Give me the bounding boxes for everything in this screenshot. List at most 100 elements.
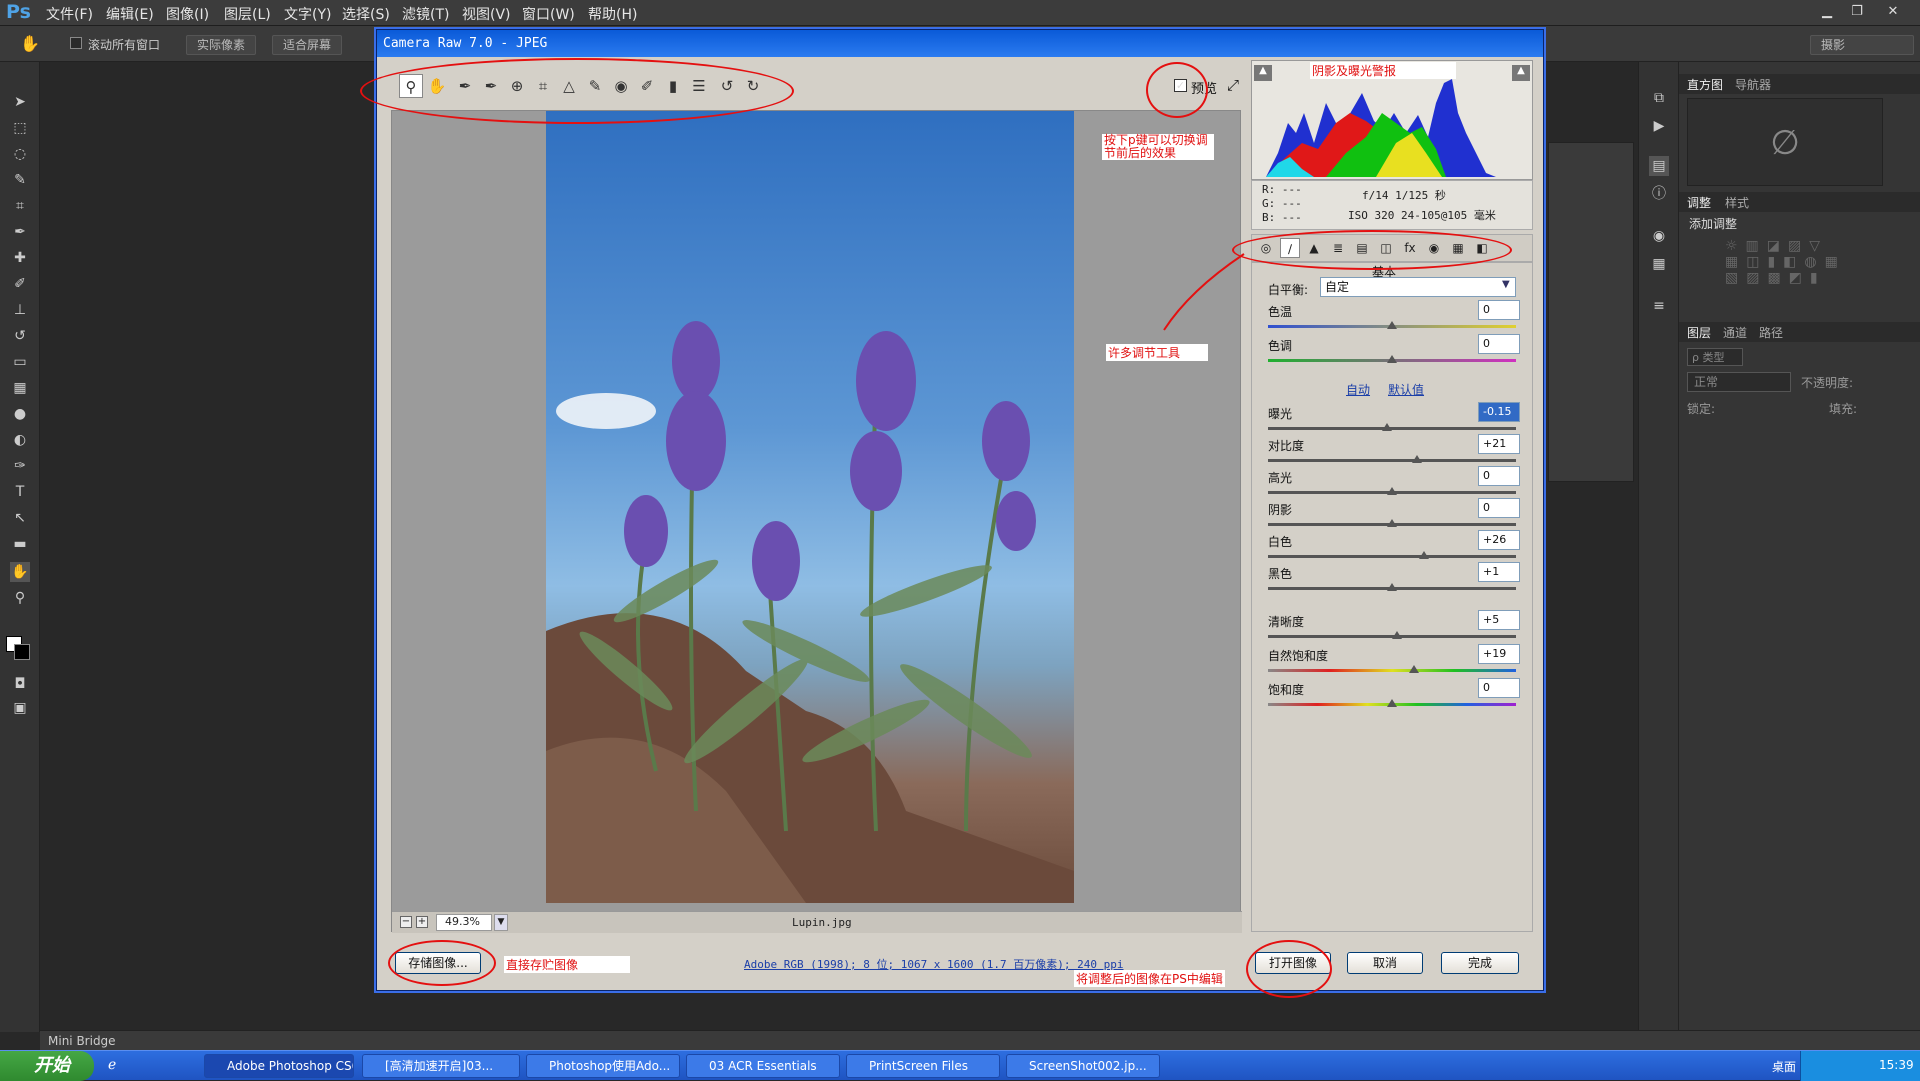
shape-tool-icon[interactable]: ▬ [10,534,30,554]
healing-brush-icon[interactable]: ✚ [10,248,30,268]
white-balance-select[interactable]: 自定 [1320,277,1516,297]
slider-value-field[interactable]: +21 [1478,434,1520,454]
slider-thumb[interactable] [1411,455,1422,463]
task-acr-essentials[interactable]: 03 ACR Essentials [686,1054,840,1078]
quick-select-icon[interactable]: ✎ [10,170,30,190]
image-preview[interactable]: − + 49.3% ▼ Lupin.jpg [391,110,1242,933]
type-tool-icon[interactable]: T [10,482,30,502]
slider-thumb[interactable] [1387,321,1397,329]
fit-screen-button[interactable]: 适合屏幕 [272,35,343,55]
history-brush-icon[interactable]: ↺ [10,326,30,346]
blend-mode-select[interactable]: 正常 [1687,372,1791,392]
menu-type[interactable]: 文字(Y) [284,4,331,24]
slider-value-field[interactable]: 0 [1478,466,1520,486]
path-select-icon[interactable]: ↖ [10,508,30,528]
hand-tool-icon[interactable]: ✋ [10,562,30,582]
default-link[interactable]: 默认值 [1388,381,1424,398]
slider-value-field[interactable]: +19 [1478,644,1520,664]
zoom-level-field[interactable]: 49.3% [436,914,492,931]
eraser-icon[interactable]: ▭ [10,352,30,372]
slider-thumb[interactable] [1391,631,1402,639]
swatches-panel-icon[interactable]: ▦ [1649,254,1669,274]
zoom-in-icon[interactable]: + [416,916,428,928]
tab-navigator[interactable]: 导航器 [1735,76,1771,93]
workflow-options-link[interactable]: Adobe RGB (1998); 8 位; 1067 x 1600 (1.7 … [744,956,1124,972]
menu-file[interactable]: 文件(F) [46,4,93,24]
wb-dropdown-icon[interactable]: ▼ [1502,279,1510,290]
desktop-toolbar[interactable]: 桌面 [1772,1058,1796,1075]
menu-select[interactable]: 选择(S) [342,4,390,24]
history-panel-icon[interactable]: ⧉ [1649,88,1669,108]
menu-window[interactable]: 窗口(W) [522,4,575,24]
layer-kind-filter[interactable]: ρ 类型 [1687,348,1743,366]
zoom-out-icon[interactable]: − [400,916,412,928]
fullscreen-icon[interactable]: ⤢ [1227,76,1239,94]
color-panel-icon[interactable]: ◉ [1649,226,1669,246]
slider-thumb[interactable] [1387,699,1397,707]
menu-image[interactable]: 图像(I) [166,4,209,24]
restore-icon[interactable]: ❐ [1846,3,1868,21]
task-ie[interactable]: Photoshop使用Ado... [526,1054,680,1078]
slider-thumb[interactable] [1387,487,1397,495]
slider-thumb[interactable] [1387,583,1397,591]
info-panel-icon[interactable]: ⓘ [1649,184,1669,204]
slider-thumb[interactable] [1382,423,1393,431]
slider-thumb[interactable] [1409,665,1420,673]
eyedropper-icon[interactable]: ✒ [10,222,30,242]
adjust-icons[interactable]: ☼▥◪▨▽ ▦◫▮◧◍▦ ▧▨▩◩▮ [1725,238,1875,308]
slider-track[interactable] [1268,555,1516,558]
quick-mask-icon[interactable]: ◘ [10,674,30,694]
done-button[interactable]: 完成 [1441,952,1519,974]
scroll-all-checkbox[interactable] [70,37,82,49]
hand-tool-icon[interactable]: ✋ [20,34,40,53]
slider-value-field[interactable]: +26 [1478,530,1520,550]
histogram-panel-icon[interactable]: ▤ [1649,156,1669,176]
tab-histogram[interactable]: 直方图 [1687,76,1723,93]
slider-track[interactable] [1268,669,1516,672]
properties-panel-icon[interactable]: ≡ [1649,296,1669,316]
slider-thumb[interactable] [1419,551,1430,559]
slider-value-field[interactable]: 0 [1478,300,1520,320]
slider-thumb[interactable] [1387,355,1397,363]
tab-channels[interactable]: 通道 [1723,324,1747,341]
background-color[interactable] [14,644,30,660]
slider-value-field[interactable]: 0 [1478,498,1520,518]
tab-paths[interactable]: 路径 [1759,324,1783,341]
slider-value-field[interactable]: -0.15 [1478,402,1520,422]
cancel-button[interactable]: 取消 [1347,952,1423,974]
workspace-select[interactable]: 摄影 [1810,35,1914,55]
task-photoshop[interactable]: Adobe Photoshop CS6 [204,1054,354,1078]
slider-value-field[interactable]: +1 [1478,562,1520,582]
screen-mode-icon[interactable]: ▣ [10,698,30,718]
menu-layer[interactable]: 图层(L) [224,4,271,24]
crop-tool-icon[interactable]: ⌗ [10,196,30,216]
menu-filter[interactable]: 滤镜(T) [402,4,449,24]
menu-view[interactable]: 视图(V) [462,4,511,24]
zoom-dropdown-icon[interactable]: ▼ [494,914,508,931]
marquee-tool-icon[interactable]: ⬚ [10,118,30,138]
blur-icon[interactable]: ● [10,404,30,424]
start-button[interactable]: 开始 [0,1051,94,1081]
dodge-icon[interactable]: ◐ [10,430,30,450]
close-icon[interactable]: ✕ [1882,3,1904,21]
gradient-icon[interactable]: ▦ [10,378,30,398]
lasso-tool-icon[interactable]: ◌ [10,144,30,164]
menu-help[interactable]: 帮助(H) [588,4,637,24]
task-printscreen[interactable]: PrintScreen Files [846,1054,1000,1078]
slider-track[interactable] [1268,459,1516,462]
move-tool-icon[interactable]: ➤ [10,92,30,112]
tab-adjust[interactable]: 调整 [1687,194,1711,211]
task-browser[interactable]: [高清加速开启]03... [362,1054,520,1078]
zoom-tool-icon[interactable]: ⚲ [10,588,30,608]
mini-bridge-tab[interactable]: Mini Bridge [48,1034,116,1048]
slider-value-field[interactable]: +5 [1478,610,1520,630]
slider-value-field[interactable]: 0 [1478,678,1520,698]
actions-panel-icon[interactable]: ▶ [1649,116,1669,136]
tab-styles[interactable]: 样式 [1725,194,1749,211]
stamp-tool-icon[interactable]: ⊥ [10,300,30,320]
pen-tool-icon[interactable]: ✑ [10,456,30,476]
slider-value-field[interactable]: 0 [1478,334,1520,354]
actual-pixels-button[interactable]: 实际像素 [186,35,257,55]
auto-link[interactable]: 自动 [1346,381,1370,398]
ie-icon[interactable]: ℯ [108,1057,116,1073]
